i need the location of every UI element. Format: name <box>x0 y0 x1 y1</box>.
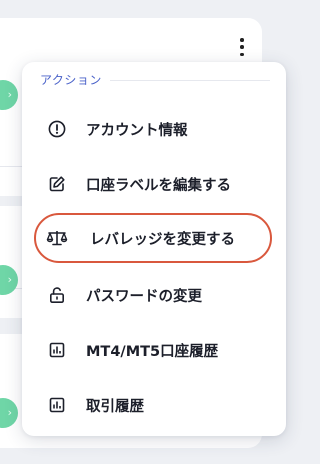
menu-divider <box>110 80 270 81</box>
menu-item-account-info[interactable]: アカウント情報 <box>38 108 272 150</box>
scale-icon <box>46 228 72 248</box>
menu-item-trade-history[interactable]: 取引履歴 <box>38 384 272 426</box>
card-divider <box>0 166 22 167</box>
unlock-icon <box>48 285 74 305</box>
menu-item-change-password[interactable]: パスワードの変更 <box>38 274 272 316</box>
menu-item-label: パスワードの変更 <box>86 288 202 305</box>
more-options-icon[interactable] <box>236 38 248 56</box>
bar-chart-icon <box>48 395 74 415</box>
menu-item-account-history[interactable]: MT4/MT5口座履歴 <box>38 329 272 371</box>
edit-icon <box>48 174 74 194</box>
menu-header: アクション <box>40 73 102 87</box>
menu-item-label: 口座ラベルを編集する <box>86 177 231 194</box>
menu-item-label: MT4/MT5口座履歴 <box>86 343 219 360</box>
menu-item-label: レバレッジを変更する <box>90 231 235 248</box>
menu-item-label: 取引履歴 <box>86 398 144 415</box>
info-circle-icon <box>48 119 74 139</box>
menu-item-edit-label[interactable]: 口座ラベルを編集する <box>38 163 272 205</box>
bar-chart-icon <box>48 340 74 360</box>
menu-item-label: アカウント情報 <box>86 122 188 139</box>
actions-menu: アクション アカウント情報 口座ラベルを編集する レバレッジを変更する パスワー… <box>22 62 286 436</box>
menu-item-change-leverage[interactable]: レバレッジを変更する <box>34 213 272 263</box>
